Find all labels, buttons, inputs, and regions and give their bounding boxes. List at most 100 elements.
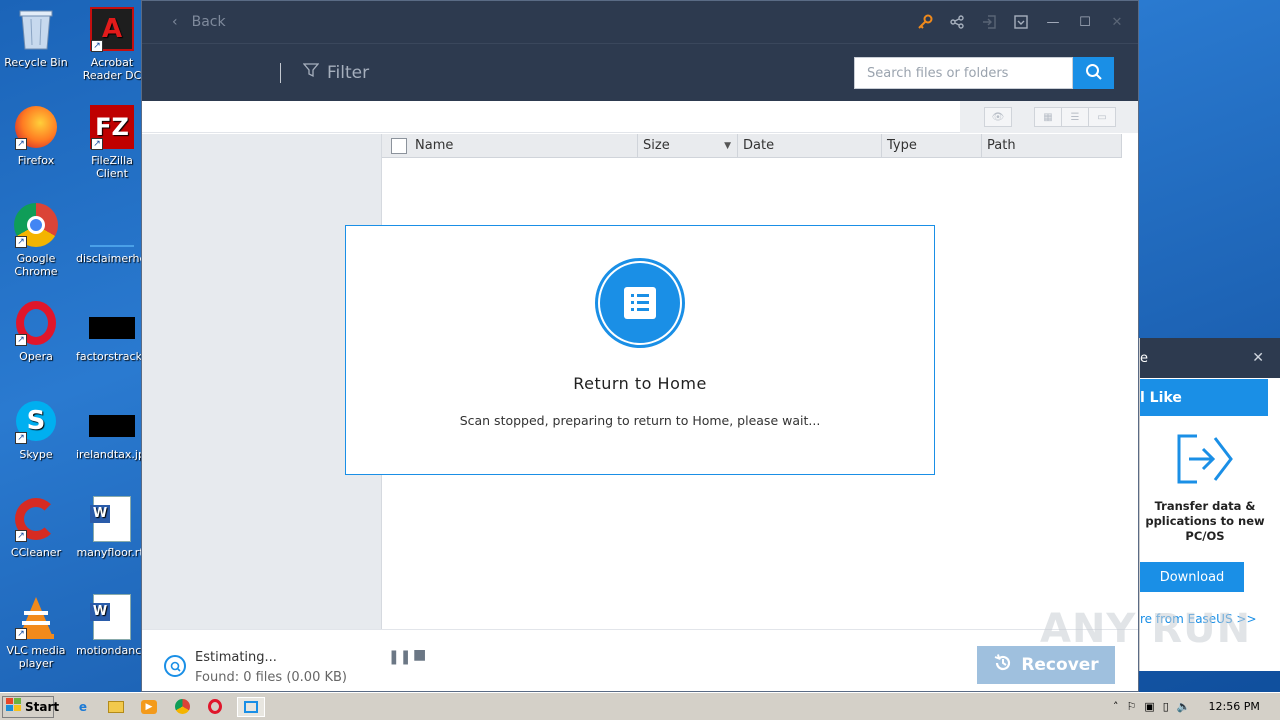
desktop-icon-firefox[interactable]: ↗ Firefox [0,104,72,167]
desktop-icon-label: irelandtax.jpg [76,448,152,461]
image-file-icon [89,398,135,444]
media-player-icon[interactable]: ▶ [138,697,160,717]
desktop-icon-label: Firefox [17,154,55,167]
return-home-dialog: Return to Home Scan stopped, preparing t… [345,225,935,475]
promo-band: l Like [1140,379,1268,416]
grid-view-icon[interactable]: ▦ [1034,107,1062,127]
download-button[interactable]: Download [1140,562,1244,592]
search-icon [1085,63,1103,84]
desktop-icon-disclaimer[interactable]: disclaimerhe... [76,202,157,265]
column-size[interactable]: Size ▼ [638,134,738,157]
search-input[interactable] [854,57,1073,89]
network-icon[interactable]: ▣ [1144,700,1154,713]
desktop-icon-label: CCleaner [10,546,62,559]
promo-header-text: e [1140,350,1148,366]
volume-icon[interactable]: 🔈 [1177,700,1191,713]
recover-label: Recover [1021,655,1099,675]
scan-status: Estimating... Found: 0 files (0.00 KB) [195,648,347,688]
desktop-icon-label: Recycle Bin [4,56,68,69]
easeus-app-icon[interactable] [237,696,265,717]
column-path[interactable]: Path [982,134,1122,157]
recycle-bin-icon [13,6,59,52]
desktop-icon-irelandtax[interactable]: irelandtax.jpg [76,398,152,461]
chevron-up-icon[interactable]: ˄ [1113,700,1119,713]
promo-text: Transfer data & pplications to new PC/OS [1145,499,1265,543]
column-label: Date [743,138,775,153]
titlebar-controls: — ☐ ✕ [916,1,1126,43]
close-icon[interactable]: ✕ [1108,13,1126,31]
desktop-icon-vlc[interactable]: ↗ VLC media player [0,594,72,670]
column-name[interactable]: Name [382,134,638,157]
column-label: Size [643,138,670,153]
desktop-icon-label: Opera [19,350,53,363]
detail-view-icon[interactable]: ▭ [1088,107,1116,127]
desktop-icon-acrobat[interactable]: A ↗ Acrobat Reader DC [76,6,148,82]
desktop-icon-label: Acrobat Reader DC [82,56,142,82]
filter-button[interactable]: Filter [280,62,369,83]
column-label: Type [887,138,917,153]
desktop-icon-opera[interactable]: ↗ Opera [0,300,72,363]
dialog-message: Scan stopped, preparing to return to Hom… [459,413,821,428]
desktop-icon-ccleaner[interactable]: ↗ CCleaner [0,496,72,559]
view-bar: 👁 ▦ ☰ ▭ [142,101,1138,133]
desktop-icon-label: manyfloor.rtf [76,546,148,559]
desktop-icon-label: FileZilla Client [91,154,133,180]
estimating-text: Estimating... [195,650,277,665]
desktop-icon-chrome[interactable]: ↗ Google Chrome [0,202,72,278]
back-label: Back [191,14,226,30]
divider [280,62,281,83]
search-button[interactable] [1073,57,1114,89]
chrome-icon[interactable] [171,697,193,717]
close-icon[interactable]: ✕ [1252,350,1264,366]
flag-icon[interactable]: ⚐ [1127,700,1137,713]
titlebar: ‹ Back — ☐ ✕ [142,1,1138,43]
share-icon[interactable] [948,13,966,31]
login-icon[interactable] [980,13,998,31]
sort-down-icon: ▼ [724,140,731,151]
filezilla-icon: FZ ↗ [89,104,135,150]
status-bar: Estimating... Found: 0 files (0.00 KB) ❚… [142,629,1138,691]
select-all-checkbox[interactable] [391,137,407,154]
file-icon [89,300,135,346]
menu-dropdown-icon[interactable] [1012,13,1030,31]
desktop-icon-label: factorstrack... [76,350,153,363]
start-label: Start [25,699,60,714]
desktop-icon-recycle-bin[interactable]: Recycle Bin [0,6,72,69]
windows-logo-icon [6,698,22,715]
desktop-icon-label: Google Chrome [14,252,58,278]
promo-header: e ✕ [1140,338,1280,378]
firefox-icon: ↗ [13,104,59,150]
list-view-icon[interactable]: ☰ [1061,107,1089,127]
desktop-icon-skype[interactable]: S ↗ Skype [0,398,72,461]
maximize-icon[interactable]: ☐ [1076,13,1094,31]
search-box [854,57,1114,89]
desktop-icon-filezilla[interactable]: FZ ↗ FileZilla Client [76,104,148,180]
ie-icon[interactable]: e [72,697,94,717]
column-date[interactable]: Date [738,134,882,157]
opera-icon[interactable] [204,697,226,717]
list-icon [595,258,685,348]
start-button[interactable]: Start [2,695,59,718]
column-type[interactable]: Type [882,134,982,157]
word-document-icon: W [89,496,135,542]
found-files-text: Found: 0 files (0.00 KB) [195,670,347,685]
preview-eye-icon[interactable]: 👁 [984,107,1012,127]
pause-icon[interactable]: ❚❚ [388,649,411,665]
taskbar: Start e ▶ ˄ ⚐ ▣ ▯ 🔈 12:56 PM [0,692,1280,720]
clock[interactable]: 12:56 PM [1209,700,1260,713]
desktop-icon-motiondance[interactable]: W motiondance... [76,594,159,657]
desktop-icon-factorstrack[interactable]: factorstrack... [76,300,153,363]
desktop-icon-manyfloor[interactable]: W manyfloor.rtf [76,496,148,559]
word-document-icon: W [89,594,135,640]
scan-icon [164,655,186,677]
minimize-icon[interactable]: — [1044,13,1062,31]
back-button[interactable]: ‹ Back [172,14,226,30]
key-icon[interactable] [916,13,934,31]
explorer-icon[interactable] [105,697,127,717]
power-icon[interactable]: ▯ [1163,700,1169,713]
file-table-header: Name Size ▼ Date Type Path [382,134,1122,158]
column-label: Path [987,138,1016,153]
file-icon [89,202,135,248]
stop-icon[interactable]: ■ [413,647,426,663]
dialog-title: Return to Home [573,374,707,393]
